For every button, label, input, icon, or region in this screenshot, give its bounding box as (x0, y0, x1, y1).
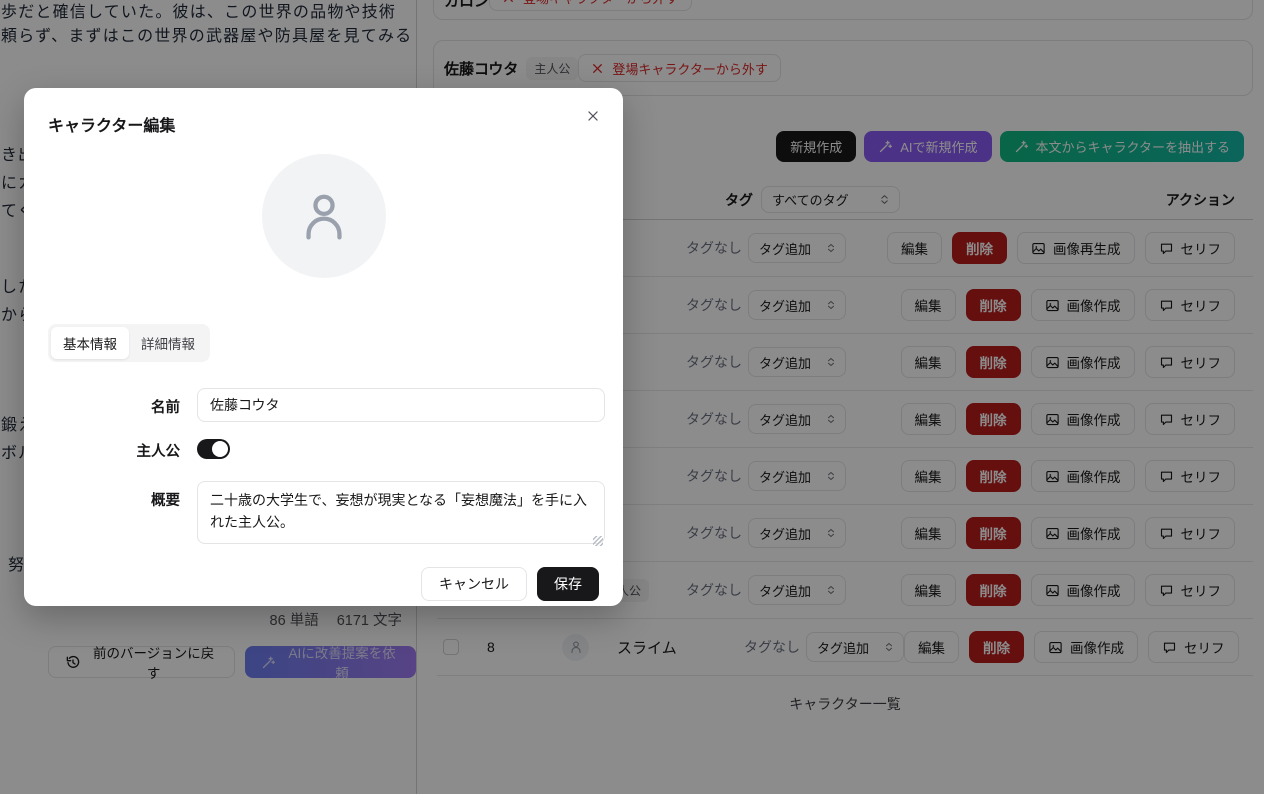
summary-label: 概要 (48, 481, 197, 549)
tab-detail-info[interactable]: 詳細情報 (129, 327, 207, 359)
toggle-knob (212, 441, 228, 457)
save-button[interactable]: 保存 (537, 567, 599, 601)
character-avatar (262, 154, 386, 278)
protagonist-label: 主人公 (48, 439, 197, 461)
cancel-button[interactable]: キャンセル (421, 567, 527, 601)
app-page: 歩だと確信していた。彼は、この世界の品物や技術 頼らず、まずはこの世界の武器屋や… (0, 0, 1264, 794)
name-field[interactable] (197, 388, 605, 422)
summary-field[interactable]: 二十歳の大学生で、妄想が現実となる「妄想魔法」を手に入れた主人公。 (197, 481, 605, 544)
modal-tabs: 基本情報 詳細情報 (48, 324, 210, 362)
modal-footer: キャンセル 保存 (48, 567, 599, 601)
close-icon[interactable] (581, 104, 605, 128)
protagonist-toggle[interactable] (197, 439, 230, 459)
tab-basic-info[interactable]: 基本情報 (51, 327, 129, 359)
character-edit-modal: キャラクター編集 基本情報 詳細情報 名前 主人公 (24, 88, 623, 606)
modal-title: キャラクター編集 (48, 112, 599, 136)
name-label: 名前 (48, 388, 197, 422)
character-form: 名前 主人公 概要 二十歳の大学生で、妄想が現実となる「妄想魔法」を手に入れた主… (48, 388, 599, 549)
resize-handle[interactable] (593, 536, 603, 546)
